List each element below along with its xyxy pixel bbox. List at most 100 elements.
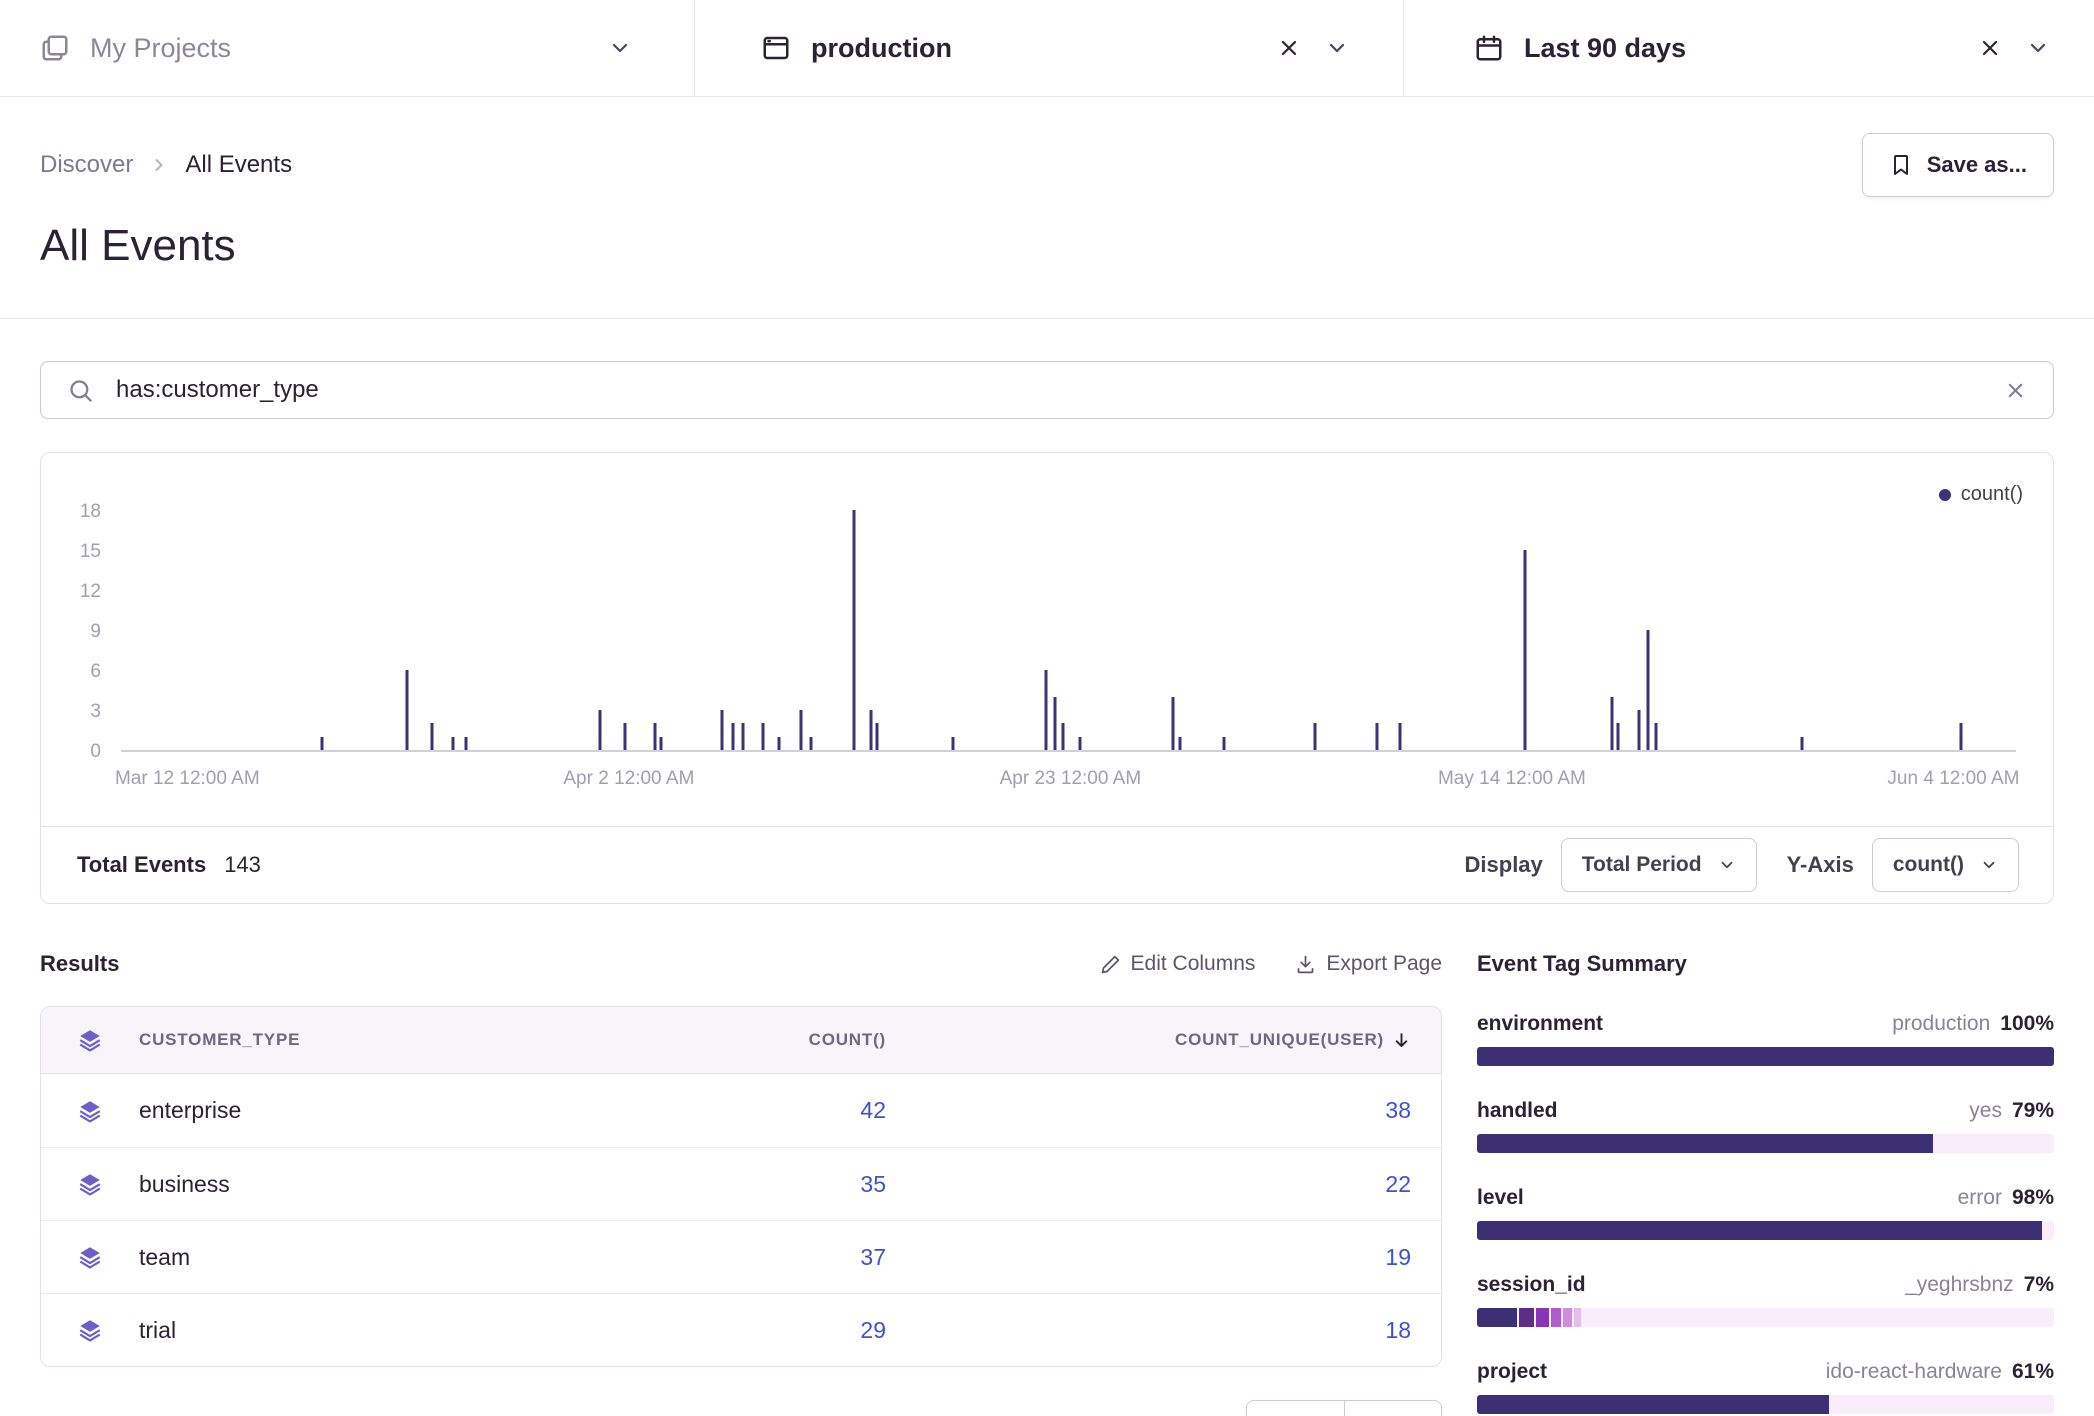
display-label: Display	[1465, 852, 1543, 878]
environment-selector[interactable]: production	[695, 0, 1403, 96]
top-bar: My Projects production	[0, 0, 2094, 97]
chart-bar	[320, 737, 323, 750]
table-header-row: CUSTOMER_TYPE COUNT() COUNT_UNIQUE(USER)	[41, 1007, 1441, 1074]
tag-bar-segment[interactable]	[1477, 1047, 2054, 1066]
edit-columns-button[interactable]: Edit Columns	[1100, 952, 1256, 976]
chart-bar	[1611, 697, 1614, 750]
count-unique-cell-link[interactable]: 18	[906, 1317, 1441, 1344]
clear-environment-icon[interactable]	[1277, 36, 1301, 60]
chart-bar	[1171, 697, 1174, 750]
clear-search-icon[interactable]	[2004, 379, 2027, 402]
chart-bar	[1654, 723, 1657, 750]
save-as-button[interactable]: Save as...	[1862, 133, 2054, 197]
column-header-count-unique[interactable]: COUNT_UNIQUE(USER)	[906, 1030, 1441, 1050]
pencil-icon	[1100, 954, 1121, 975]
y-axis-tick: 0	[41, 741, 101, 763]
tag-bar-segment[interactable]	[1477, 1308, 1517, 1327]
tag-summary-item: projectido-react-hardware61%	[1477, 1359, 2054, 1414]
chevron-down-icon	[1718, 856, 1736, 874]
y-axis-tick: 9	[41, 621, 101, 643]
next-page-button[interactable]	[1344, 1401, 1441, 1416]
chart-bar	[809, 737, 812, 750]
chart-bar	[1313, 723, 1316, 750]
y-axis-tick: 15	[41, 541, 101, 563]
discover-all-events-page: My Projects production	[0, 0, 2094, 1416]
tag-distribution-bar	[1477, 1395, 2054, 1414]
y-axis-tick: 18	[41, 501, 101, 523]
date-range-selector[interactable]: Last 90 days	[1404, 0, 2094, 96]
projects-icon	[40, 33, 70, 63]
column-header-count[interactable]: COUNT()	[656, 1030, 906, 1050]
calendar-icon	[1474, 33, 1504, 63]
tag-bar-segment[interactable]	[1519, 1308, 1534, 1327]
tag-name: environment	[1477, 1011, 1603, 1037]
count-unique-cell-link[interactable]: 22	[906, 1171, 1441, 1198]
count-unique-cell-link[interactable]: 19	[906, 1244, 1441, 1271]
count-cell-link[interactable]: 35	[656, 1171, 906, 1198]
tag-name: session_id	[1477, 1272, 1586, 1298]
events-chart: count() 0369121518 Mar 12 12:00 AMApr 2 …	[41, 453, 2053, 826]
breadcrumb-discover-link[interactable]: Discover	[40, 151, 133, 179]
x-axis-tick: Apr 23 12:00 AM	[1000, 768, 1142, 790]
previous-page-button[interactable]	[1247, 1401, 1344, 1416]
chevron-down-icon	[1325, 36, 1349, 60]
tag-percent: 98%	[2012, 1185, 2054, 1211]
events-chart-panel: count() 0369121518 Mar 12 12:00 AMApr 2 …	[40, 452, 2054, 904]
customer-type-cell: business	[139, 1171, 656, 1198]
tag-top-value: yes	[1969, 1098, 2002, 1124]
tag-bar-segment[interactable]	[1551, 1308, 1561, 1327]
tag-percent: 100%	[2000, 1011, 2054, 1037]
tag-bar-segment[interactable]	[1536, 1308, 1549, 1327]
project-selector[interactable]: My Projects	[0, 0, 694, 96]
main-content: count() 0369121518 Mar 12 12:00 AMApr 2 …	[0, 319, 2094, 1416]
tag-summary-item: environmentproduction100%	[1477, 1011, 2054, 1066]
chart-bar	[1376, 723, 1379, 750]
tag-top-value: ido-react-hardware	[1826, 1359, 2002, 1385]
x-axis-tick: May 14 12:00 AM	[1438, 768, 1586, 790]
tag-bar-segment[interactable]	[1563, 1308, 1572, 1327]
results-column: Results Edit Columns Export	[40, 949, 1442, 1416]
export-page-button[interactable]: Export Page	[1295, 952, 1442, 976]
tag-percent: 61%	[2012, 1359, 2054, 1385]
chart-bar	[1061, 723, 1064, 750]
chart-bar	[599, 710, 602, 750]
tag-bar-segment[interactable]	[1574, 1308, 1581, 1327]
chart-bar	[876, 723, 879, 750]
count-cell-link[interactable]: 37	[656, 1244, 906, 1271]
results-table: CUSTOMER_TYPE COUNT() COUNT_UNIQUE(USER)…	[40, 1006, 1442, 1367]
count-unique-cell-link[interactable]: 38	[906, 1097, 1441, 1124]
layers-icon	[41, 1171, 139, 1197]
table-row: business3522	[41, 1147, 1441, 1220]
yaxis-label: Y-Axis	[1787, 852, 1854, 878]
results-title: Results	[40, 951, 119, 977]
display-dropdown[interactable]: Total Period	[1561, 838, 1757, 892]
tag-bar-segment[interactable]	[1477, 1221, 2042, 1240]
clear-date-range-icon[interactable]	[1978, 36, 2002, 60]
count-cell-link[interactable]: 42	[656, 1097, 906, 1124]
table-row: enterprise4238	[41, 1074, 1441, 1147]
tag-bar-segment[interactable]	[1477, 1395, 1829, 1414]
yaxis-dropdown[interactable]: count()	[1872, 838, 2019, 892]
x-axis: Mar 12 12:00 AMApr 2 12:00 AMApr 23 12:0…	[121, 768, 2016, 794]
chart-bar	[451, 737, 454, 750]
legend-series-dot	[1939, 489, 1951, 501]
chart-bar	[1222, 737, 1225, 750]
tag-summary-item: session_id_yeghrsbnz7%	[1477, 1272, 2054, 1327]
chart-bar	[777, 737, 780, 750]
customer-type-cell: enterprise	[139, 1097, 656, 1124]
page-header: Discover All Events Save as... All Event…	[0, 97, 2094, 319]
tag-bar-segment[interactable]	[1477, 1134, 1933, 1153]
save-as-label: Save as...	[1927, 152, 2027, 178]
chart-bar	[951, 737, 954, 750]
search-bar[interactable]	[40, 361, 2054, 419]
chevron-down-icon	[1980, 856, 1998, 874]
project-selector-label: My Projects	[90, 33, 231, 64]
tag-top-value: _yeghrsbnz	[1905, 1272, 2014, 1298]
column-header-customer-type[interactable]: CUSTOMER_TYPE	[139, 1030, 656, 1050]
count-cell-link[interactable]: 29	[656, 1317, 906, 1344]
display-dropdown-value: Total Period	[1582, 853, 1702, 877]
tag-distribution-bar	[1477, 1308, 2054, 1327]
search-input[interactable]	[114, 375, 1984, 405]
total-events-label: Total Events	[77, 852, 206, 878]
chart-bar	[406, 670, 409, 750]
